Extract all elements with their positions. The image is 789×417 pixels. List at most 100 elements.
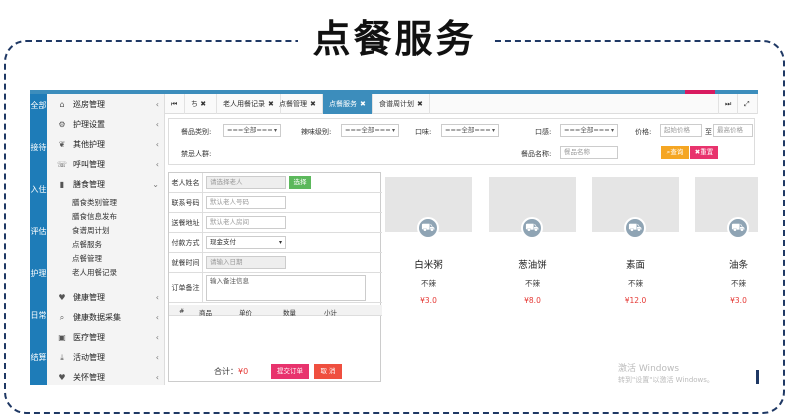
tab-order-manage[interactable]: 点餐管理 ✖ — [273, 94, 323, 114]
sidebar-item-label: 呼叫管理 — [73, 160, 105, 169]
price-min-input[interactable]: 起始价格 — [660, 124, 702, 137]
expand-icon[interactable]: ⤢ — [738, 94, 758, 114]
texture-select[interactable]: ===全部=== ▾ — [560, 124, 618, 137]
dish-name: 白米粥 — [414, 260, 443, 271]
sidebar-sub-weekly-menu[interactable]: 食谱周计划 — [47, 225, 165, 237]
leftnav-care[interactable]: 护理 — [30, 268, 47, 279]
elder-input[interactable]: 请选择老人 — [206, 176, 286, 189]
cancel-button[interactable]: 取 消 — [314, 364, 342, 379]
dish-spice: 不辣 — [421, 279, 436, 288]
note-label: 订单备注 — [169, 273, 203, 302]
close-icon[interactable]: ✖ — [310, 100, 316, 108]
cart-icon[interactable]: ⛟ — [727, 217, 749, 239]
sidebar-item-health-data[interactable]: ⌕ 健康数据采集 ‹ — [47, 308, 165, 327]
leftnav-daily[interactable]: 日常 — [30, 310, 47, 321]
category-select[interactable]: ===全部=== ▾ — [223, 124, 281, 137]
submit-order-button[interactable]: 提交订单 — [271, 364, 309, 379]
close-icon[interactable]: ✖ — [417, 100, 423, 108]
sidebar-sub-meal-category[interactable]: 膳食类别管理 — [47, 197, 165, 209]
elder-row: 老人姓名 请选择老人 选择 — [169, 173, 382, 193]
dish-card[interactable]: ⛟ 葱油饼 不辣 ¥8.0 — [489, 177, 576, 317]
phone-input[interactable]: 默认老人号码 — [206, 196, 286, 209]
sidebar-item-care-settings[interactable]: ⚙ 护理设置 ‹ — [47, 115, 165, 134]
windows-activation-hint: 转到"设置"以激活 Windows。 — [618, 376, 714, 384]
spicy-select[interactable]: ===全部=== ▾ — [341, 124, 399, 137]
tab-nav-next-button[interactable]: ⏭ — [718, 94, 738, 114]
leftnav-all[interactable]: 全部 — [30, 100, 47, 111]
tab-nav-prev-button[interactable]: ⏮ — [165, 94, 185, 114]
sidebar-sub-order-service[interactable]: 点餐服务 — [47, 239, 165, 251]
bookmark-icon: ▮ — [59, 180, 65, 189]
name-input[interactable]: 餐品名称 — [560, 146, 618, 159]
forbidden-label: 禁忌人群: — [181, 150, 212, 158]
payment-select[interactable]: 现金支付 ▾ — [206, 236, 286, 249]
caret-down-icon: ▾ — [491, 127, 495, 134]
sidebar-sub-order-manage[interactable]: 点餐管理 — [47, 253, 165, 265]
tab-nav-close-button[interactable]: ち ✖ — [185, 94, 217, 114]
dish-card[interactable]: ⛟ 白米粥 不辣 ¥3.0 — [385, 177, 472, 317]
dish-spice: 不辣 — [731, 279, 746, 288]
left-nav: 全部 接待 入住 评估 护理 日常 结算 — [30, 94, 47, 385]
cart-icon[interactable]: ⛟ — [521, 217, 543, 239]
dish-price: ¥3.0 — [420, 296, 437, 305]
name-label: 餐品名称: — [521, 150, 552, 158]
leftnav-assessment[interactable]: 评估 — [30, 226, 47, 237]
sidebar-item-activity[interactable]: ⤓ 活动管理 ‹ — [47, 348, 165, 367]
scrollbar[interactable] — [756, 370, 759, 384]
leftnav-checkin[interactable]: 入住 — [30, 184, 47, 195]
sidebar-sub-meal-records[interactable]: 老人用餐记录 — [47, 267, 165, 279]
windows-activation-title: 激活 Windows — [618, 364, 680, 374]
select-elder-button[interactable]: 选择 — [289, 176, 311, 189]
address-input[interactable]: 默认老人房间 — [206, 216, 286, 229]
home-icon: ⌂ — [59, 100, 65, 109]
address-label: 送餐地址 — [169, 213, 203, 232]
sidebar-item-rounds[interactable]: ⌂ 巡房管理 ‹ — [47, 95, 165, 114]
time-label: 就餐时间 — [169, 253, 203, 272]
sidebar-item-meal[interactable]: ▮ 膳食管理 ⌄ — [47, 175, 165, 194]
sidebar-item-care-concern[interactable]: ♥ 关怀管理 ‹ — [47, 368, 165, 385]
heart-icon: ♥ — [58, 373, 66, 382]
caret-down-icon: ▾ — [391, 127, 395, 134]
sidebar-sub-meal-publish[interactable]: 膳食信息发布 — [47, 211, 165, 223]
sidebar-item-medical[interactable]: ▣ 医疗管理 ‹ — [47, 328, 165, 347]
close-icon[interactable]: ✖ — [360, 100, 366, 108]
elder-label: 老人姓名 — [169, 173, 203, 192]
dish-spice: 不辣 — [525, 279, 540, 288]
tab-weekly-menu[interactable]: 食谱周计划 ✖ — [373, 94, 430, 114]
order-total: 合计：¥0 — [214, 366, 248, 377]
leftnav-reception[interactable]: 接待 — [30, 142, 47, 153]
dish-card[interactable]: ⛟ 油条 不辣 ¥3.0 — [695, 177, 758, 317]
cart-icon[interactable]: ⛟ — [417, 217, 439, 239]
sidebar-item-label: 活动管理 — [73, 353, 105, 362]
tab-label: 老人用餐记录 — [223, 100, 265, 108]
phone-icon: ☏ — [57, 160, 68, 169]
reset-button[interactable]: ✖重置 — [690, 146, 718, 159]
order-form: 老人姓名 请选择老人 选择 联系号码 默认老人号码 送餐地址 默认老人房间 付款… — [168, 172, 382, 382]
sidebar-item-health[interactable]: ♥ 健康管理 ‹ — [47, 288, 165, 307]
time-input[interactable]: 请输入日期 — [206, 256, 286, 269]
note-textarea[interactable]: 输入备注信息 — [206, 275, 366, 301]
time-row: 就餐时间 请输入日期 — [169, 253, 382, 273]
cart-icon[interactable]: ⛟ — [624, 217, 646, 239]
tab-label: 点餐服务 — [329, 100, 357, 108]
query-button[interactable]: ⌕查询 — [661, 146, 689, 159]
dish-name: 油条 — [728, 260, 748, 271]
sidebar-item-label: 医疗管理 — [73, 333, 105, 342]
dish-card[interactable]: ⛟ 素面 不辣 ¥12.0 — [592, 177, 679, 317]
price-max-input[interactable]: 最高价格 — [713, 124, 753, 137]
tab-meal-records[interactable]: 老人用餐记录 ✖ — [217, 94, 281, 114]
taste-select[interactable]: ===全部=== ▾ — [441, 124, 499, 137]
chevron-down-icon: ⌄ — [152, 180, 159, 189]
sidebar-item-call[interactable]: ☏ 呼叫管理 ‹ — [47, 155, 165, 174]
tab-order-service[interactable]: 点餐服务 ✖ — [323, 94, 373, 114]
sidebar-item-label: 膳食管理 — [73, 180, 105, 189]
sidebar-item-other-care[interactable]: ❦ 其他护理 ‹ — [47, 135, 165, 154]
gears-icon: ⚙ — [58, 120, 66, 129]
slide-title: 点餐服务 — [0, 8, 789, 63]
chevron-left-icon: ‹ — [155, 353, 159, 362]
col-item: 商品 — [199, 309, 212, 317]
spicy-label: 辣味级别: — [301, 128, 332, 136]
chevron-left-icon: ‹ — [155, 293, 159, 302]
leftnav-settlement[interactable]: 结算 — [30, 352, 47, 363]
category-label: 餐品类别: — [181, 128, 212, 136]
